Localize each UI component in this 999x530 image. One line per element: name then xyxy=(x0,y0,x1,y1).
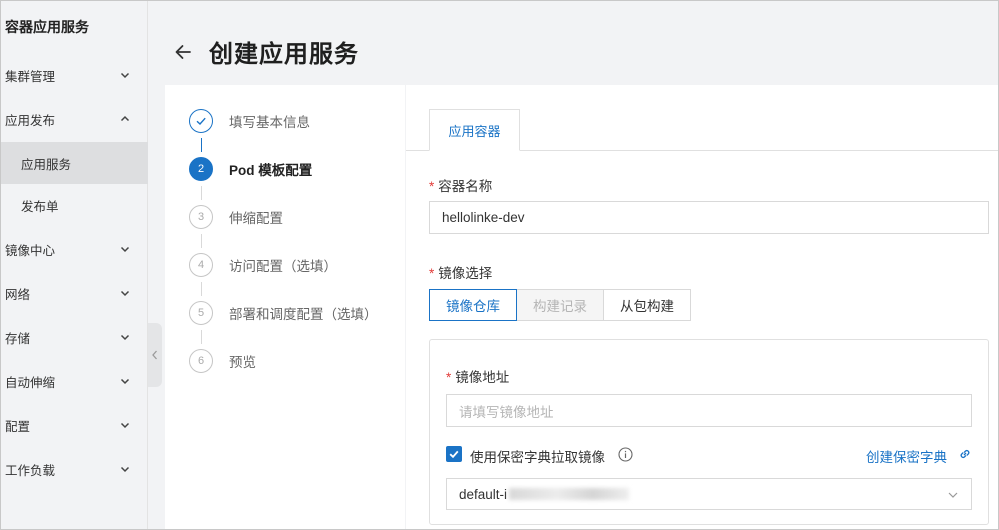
sidebar-item-label: 发布单 xyxy=(21,199,59,214)
sidebar: 容器应用服务 集群管理 应用发布 应用服务 发布单 镜像中心 网络 存储 自动伸… xyxy=(1,1,148,529)
form-panel: 应用容器 * 容器名称 hellolinke-dev * 镜像选择 镜像仓库 构建记… xyxy=(406,85,998,529)
step-connector xyxy=(201,330,202,344)
create-secret-link[interactable]: 创建保密字典 xyxy=(866,446,947,466)
step-label: 部署和调度配置（选填） xyxy=(229,307,378,322)
sidebar-item-label: 集群管理 xyxy=(5,69,56,84)
step-number: 2 xyxy=(189,157,213,181)
step-label: 伸缩配置 xyxy=(229,211,283,226)
sidebar-item-app-release[interactable]: 应用发布 xyxy=(1,98,148,140)
chevron-down-icon xyxy=(120,334,130,341)
sidebar-item-autoscaling[interactable]: 自动伸缩 xyxy=(1,360,148,402)
wizard-steps: 填写基本信息 2 Pod 模板配置 3 伸缩配置 4 访问配置（选填） 5 部署… xyxy=(165,85,405,529)
sidebar-item-app-service[interactable]: 应用服务 xyxy=(1,142,148,184)
sidebar-item-storage[interactable]: 存储 xyxy=(1,316,148,358)
required-mark: * xyxy=(446,370,452,385)
back-arrow-icon[interactable] xyxy=(173,42,193,62)
step-label: 预览 xyxy=(229,355,256,370)
sidebar-item-release-order[interactable]: 发布单 xyxy=(1,184,148,226)
info-icon[interactable] xyxy=(618,447,633,462)
image-address-label: * 镜像地址 xyxy=(446,370,510,385)
step-deploy-schedule[interactable]: 5 部署和调度配置（选填） xyxy=(189,300,378,326)
image-source-build-record-button[interactable]: 构建记录 xyxy=(516,289,604,321)
step-connector xyxy=(201,234,202,248)
required-mark: * xyxy=(429,179,435,194)
sidebar-item-network[interactable]: 网络 xyxy=(1,272,148,314)
chevron-down-icon xyxy=(948,492,958,498)
step-pod-template[interactable]: 2 Pod 模板配置 xyxy=(189,156,312,182)
step-label: 填写基本信息 xyxy=(229,115,310,130)
sidebar-item-label: 配置 xyxy=(5,419,31,434)
chevron-left-icon xyxy=(152,350,157,360)
sidebar-item-label: 工作负载 xyxy=(5,463,56,478)
redacted-text xyxy=(509,488,630,500)
step-scaling[interactable]: 3 伸缩配置 xyxy=(189,204,283,230)
step-basic-info[interactable]: 填写基本信息 xyxy=(189,108,310,134)
page-header: 创建应用服务 xyxy=(149,1,998,85)
sidebar-item-label: 应用发布 xyxy=(5,113,56,128)
image-source-registry-button[interactable]: 镜像仓库 xyxy=(429,289,517,321)
sidebar-item-cluster-management[interactable]: 集群管理 xyxy=(1,54,148,96)
step-connector xyxy=(201,186,202,200)
chevron-down-icon xyxy=(120,466,130,473)
use-secret-label: 使用保密字典拉取镜像 xyxy=(470,450,605,465)
step-number: 5 xyxy=(189,301,213,325)
step-preview[interactable]: 6 预览 xyxy=(189,348,256,374)
sidebar-item-label: 存储 xyxy=(5,331,31,346)
sidebar-item-image-center[interactable]: 镜像中心 xyxy=(1,228,148,270)
sidebar-item-config[interactable]: 配置 xyxy=(1,404,148,446)
chevron-down-icon xyxy=(120,290,130,297)
step-connector xyxy=(201,282,202,296)
sidebar-item-workload[interactable]: 工作负载 xyxy=(1,448,148,490)
step-label: Pod 模板配置 xyxy=(229,163,313,178)
sidebar-title: 容器应用服务 xyxy=(5,19,89,35)
step-number: 4 xyxy=(189,253,213,277)
secret-select-value: default-i xyxy=(459,486,508,502)
image-select-label: * 镜像选择 xyxy=(429,266,493,281)
container-name-input[interactable]: hellolinke-dev xyxy=(429,201,989,234)
image-registry-panel: * 镜像地址 请填写镜像地址 使用保密字典拉取镜像 创建保密字典 default-… xyxy=(429,339,989,525)
check-icon xyxy=(189,109,213,133)
image-address-input[interactable]: 请填写镜像地址 xyxy=(446,394,972,427)
step-label: 访问配置（选填） xyxy=(229,259,337,274)
required-mark: * xyxy=(429,266,435,281)
sidebar-item-label: 网络 xyxy=(5,287,31,302)
secret-select[interactable]: default-i xyxy=(446,478,972,510)
checkmark-icon xyxy=(449,450,459,459)
step-number: 6 xyxy=(189,349,213,373)
container-name-label: * 容器名称 xyxy=(429,179,493,194)
app-window: 容器应用服务 集群管理 应用发布 应用服务 发布单 镜像中心 网络 存储 自动伸… xyxy=(0,0,999,530)
use-secret-checkbox[interactable] xyxy=(446,446,462,462)
page-title: 创建应用服务 xyxy=(209,41,359,68)
link-icon[interactable] xyxy=(958,447,972,461)
chevron-down-icon xyxy=(120,246,130,253)
sidebar-item-label: 镜像中心 xyxy=(5,243,56,258)
chevron-down-icon xyxy=(120,378,130,385)
tab-app-container[interactable]: 应用容器 xyxy=(429,109,520,151)
sidebar-collapse-handle[interactable] xyxy=(148,323,162,387)
chevron-down-icon xyxy=(120,72,130,79)
step-access[interactable]: 4 访问配置（选填） xyxy=(189,252,337,278)
image-source-package-build-button[interactable]: 从包构建 xyxy=(603,289,691,321)
chevron-down-icon xyxy=(120,422,130,429)
sidebar-item-label: 应用服务 xyxy=(21,157,72,172)
chevron-up-icon xyxy=(120,115,130,122)
step-connector xyxy=(201,138,202,152)
sidebar-item-label: 自动伸缩 xyxy=(5,375,56,390)
step-number: 3 xyxy=(189,205,213,229)
